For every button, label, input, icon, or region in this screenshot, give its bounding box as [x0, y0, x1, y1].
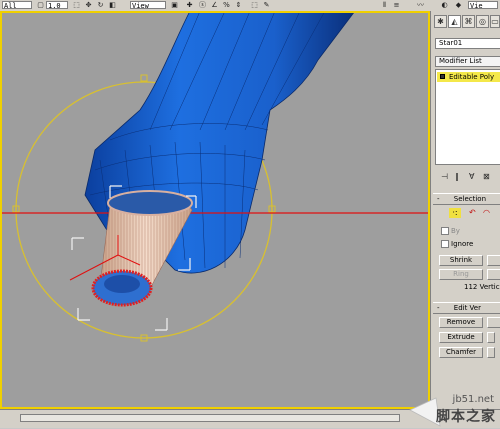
- grow-button[interactable]: [487, 255, 500, 266]
- render-view-dropdown[interactable]: Vie: [468, 1, 498, 10]
- named-sel-icon[interactable]: ⬚: [250, 1, 259, 9]
- vertex-icon[interactable]: ·:: [449, 208, 461, 218]
- spinner-field[interactable]: 1.0: [46, 1, 68, 10]
- gizmo-handle-top: [140, 74, 148, 82]
- chamfer-settings-button[interactable]: [487, 347, 495, 358]
- hierarchy-tab-icon[interactable]: ⌘: [462, 15, 475, 28]
- shrink-button[interactable]: Shrink: [439, 255, 483, 266]
- pin-icon[interactable]: ⊣: [441, 171, 448, 183]
- edit-named-icon[interactable]: ✎: [262, 1, 271, 9]
- object-name-field[interactable]: Star01: [435, 38, 500, 49]
- bulb-icon[interactable]: [440, 74, 445, 79]
- modifier-list-dropdown[interactable]: Modifier List: [435, 56, 500, 67]
- time-slider[interactable]: [20, 414, 400, 422]
- remove-button[interactable]: Remove: [439, 317, 483, 328]
- scale-icon[interactable]: ◧: [108, 1, 117, 9]
- border-icon[interactable]: ◠: [483, 208, 490, 218]
- align-icon[interactable]: ≡: [392, 1, 401, 9]
- extrude-button[interactable]: Extrude: [439, 332, 483, 343]
- spinner-snap-icon[interactable]: ⇕: [234, 1, 243, 9]
- break-button[interactable]: [487, 317, 500, 328]
- pivot-icon[interactable]: ▣: [170, 1, 179, 9]
- edit-vertices-rollout-header[interactable]: - Edit Ver: [433, 302, 500, 314]
- crosshair-icon[interactable]: ✚: [185, 1, 194, 9]
- watermark-logo: jb51.net 脚本之家: [406, 390, 500, 427]
- percent-snap-icon[interactable]: %: [222, 1, 231, 9]
- rotate-icon[interactable]: ↻: [96, 1, 105, 9]
- select-icon[interactable]: ▢: [36, 1, 45, 9]
- watermark-text: 脚本之家: [436, 409, 496, 425]
- material-editor-icon[interactable]: ◐: [440, 1, 449, 9]
- chamfer-button[interactable]: Chamfer: [439, 347, 483, 358]
- display-tab-icon[interactable]: ▭: [490, 15, 500, 28]
- stack-item-label: Editable Poly: [449, 73, 495, 81]
- select-region-icon[interactable]: ⬚: [72, 1, 81, 9]
- modify-tab-icon[interactable]: ◭: [448, 15, 461, 28]
- snap-icon[interactable]: ⓢ: [198, 1, 207, 9]
- angle-snap-icon[interactable]: ∠: [210, 1, 219, 9]
- remove-modifier-icon[interactable]: ⊠: [483, 171, 490, 183]
- stack-tools: ⊣ ‖ ∀ ⊠: [435, 171, 499, 183]
- mirror-icon[interactable]: ⫴: [380, 1, 389, 9]
- by-vertex-checkbox[interactable]: By: [441, 227, 460, 236]
- modifier-stack: Editable Poly: [435, 69, 500, 165]
- command-panel: ✱ ◭ ⌘ ◎ ▭ Star01 Modifier List Editable …: [430, 11, 500, 409]
- selection-filter-dropdown[interactable]: All: [2, 1, 32, 10]
- curve-editor-icon[interactable]: 〰: [416, 1, 425, 9]
- ring-button[interactable]: Ring: [439, 269, 483, 280]
- loop-button[interactable]: [487, 269, 500, 280]
- selection-status-text: 112 Vertic: [464, 283, 500, 291]
- command-panel-tabs: ✱ ◭ ⌘ ◎ ▭: [434, 15, 500, 29]
- move-icon[interactable]: ✥: [84, 1, 93, 9]
- cone-top-ring: [107, 190, 193, 216]
- edge-icon[interactable]: ↶: [469, 208, 476, 218]
- stack-item-editable-poly[interactable]: Editable Poly: [437, 72, 500, 82]
- extrude-settings-button[interactable]: [487, 332, 495, 343]
- watermark-url: jb51.net: [452, 394, 494, 405]
- show-end-icon[interactable]: ‖: [455, 171, 459, 183]
- unique-icon[interactable]: ∀: [469, 171, 474, 183]
- motion-tab-icon[interactable]: ◎: [476, 15, 489, 28]
- selection-rollout-header[interactable]: - Selection: [433, 193, 500, 205]
- ignore-backfacing-checkbox[interactable]: Ignore: [441, 240, 473, 249]
- render-icon[interactable]: ◆: [454, 1, 463, 9]
- viewport-scene: [0, 11, 430, 342]
- perspective-viewport[interactable]: [0, 11, 430, 409]
- reference-coord-dropdown[interactable]: View: [130, 1, 166, 10]
- create-tab-icon[interactable]: ✱: [434, 15, 447, 28]
